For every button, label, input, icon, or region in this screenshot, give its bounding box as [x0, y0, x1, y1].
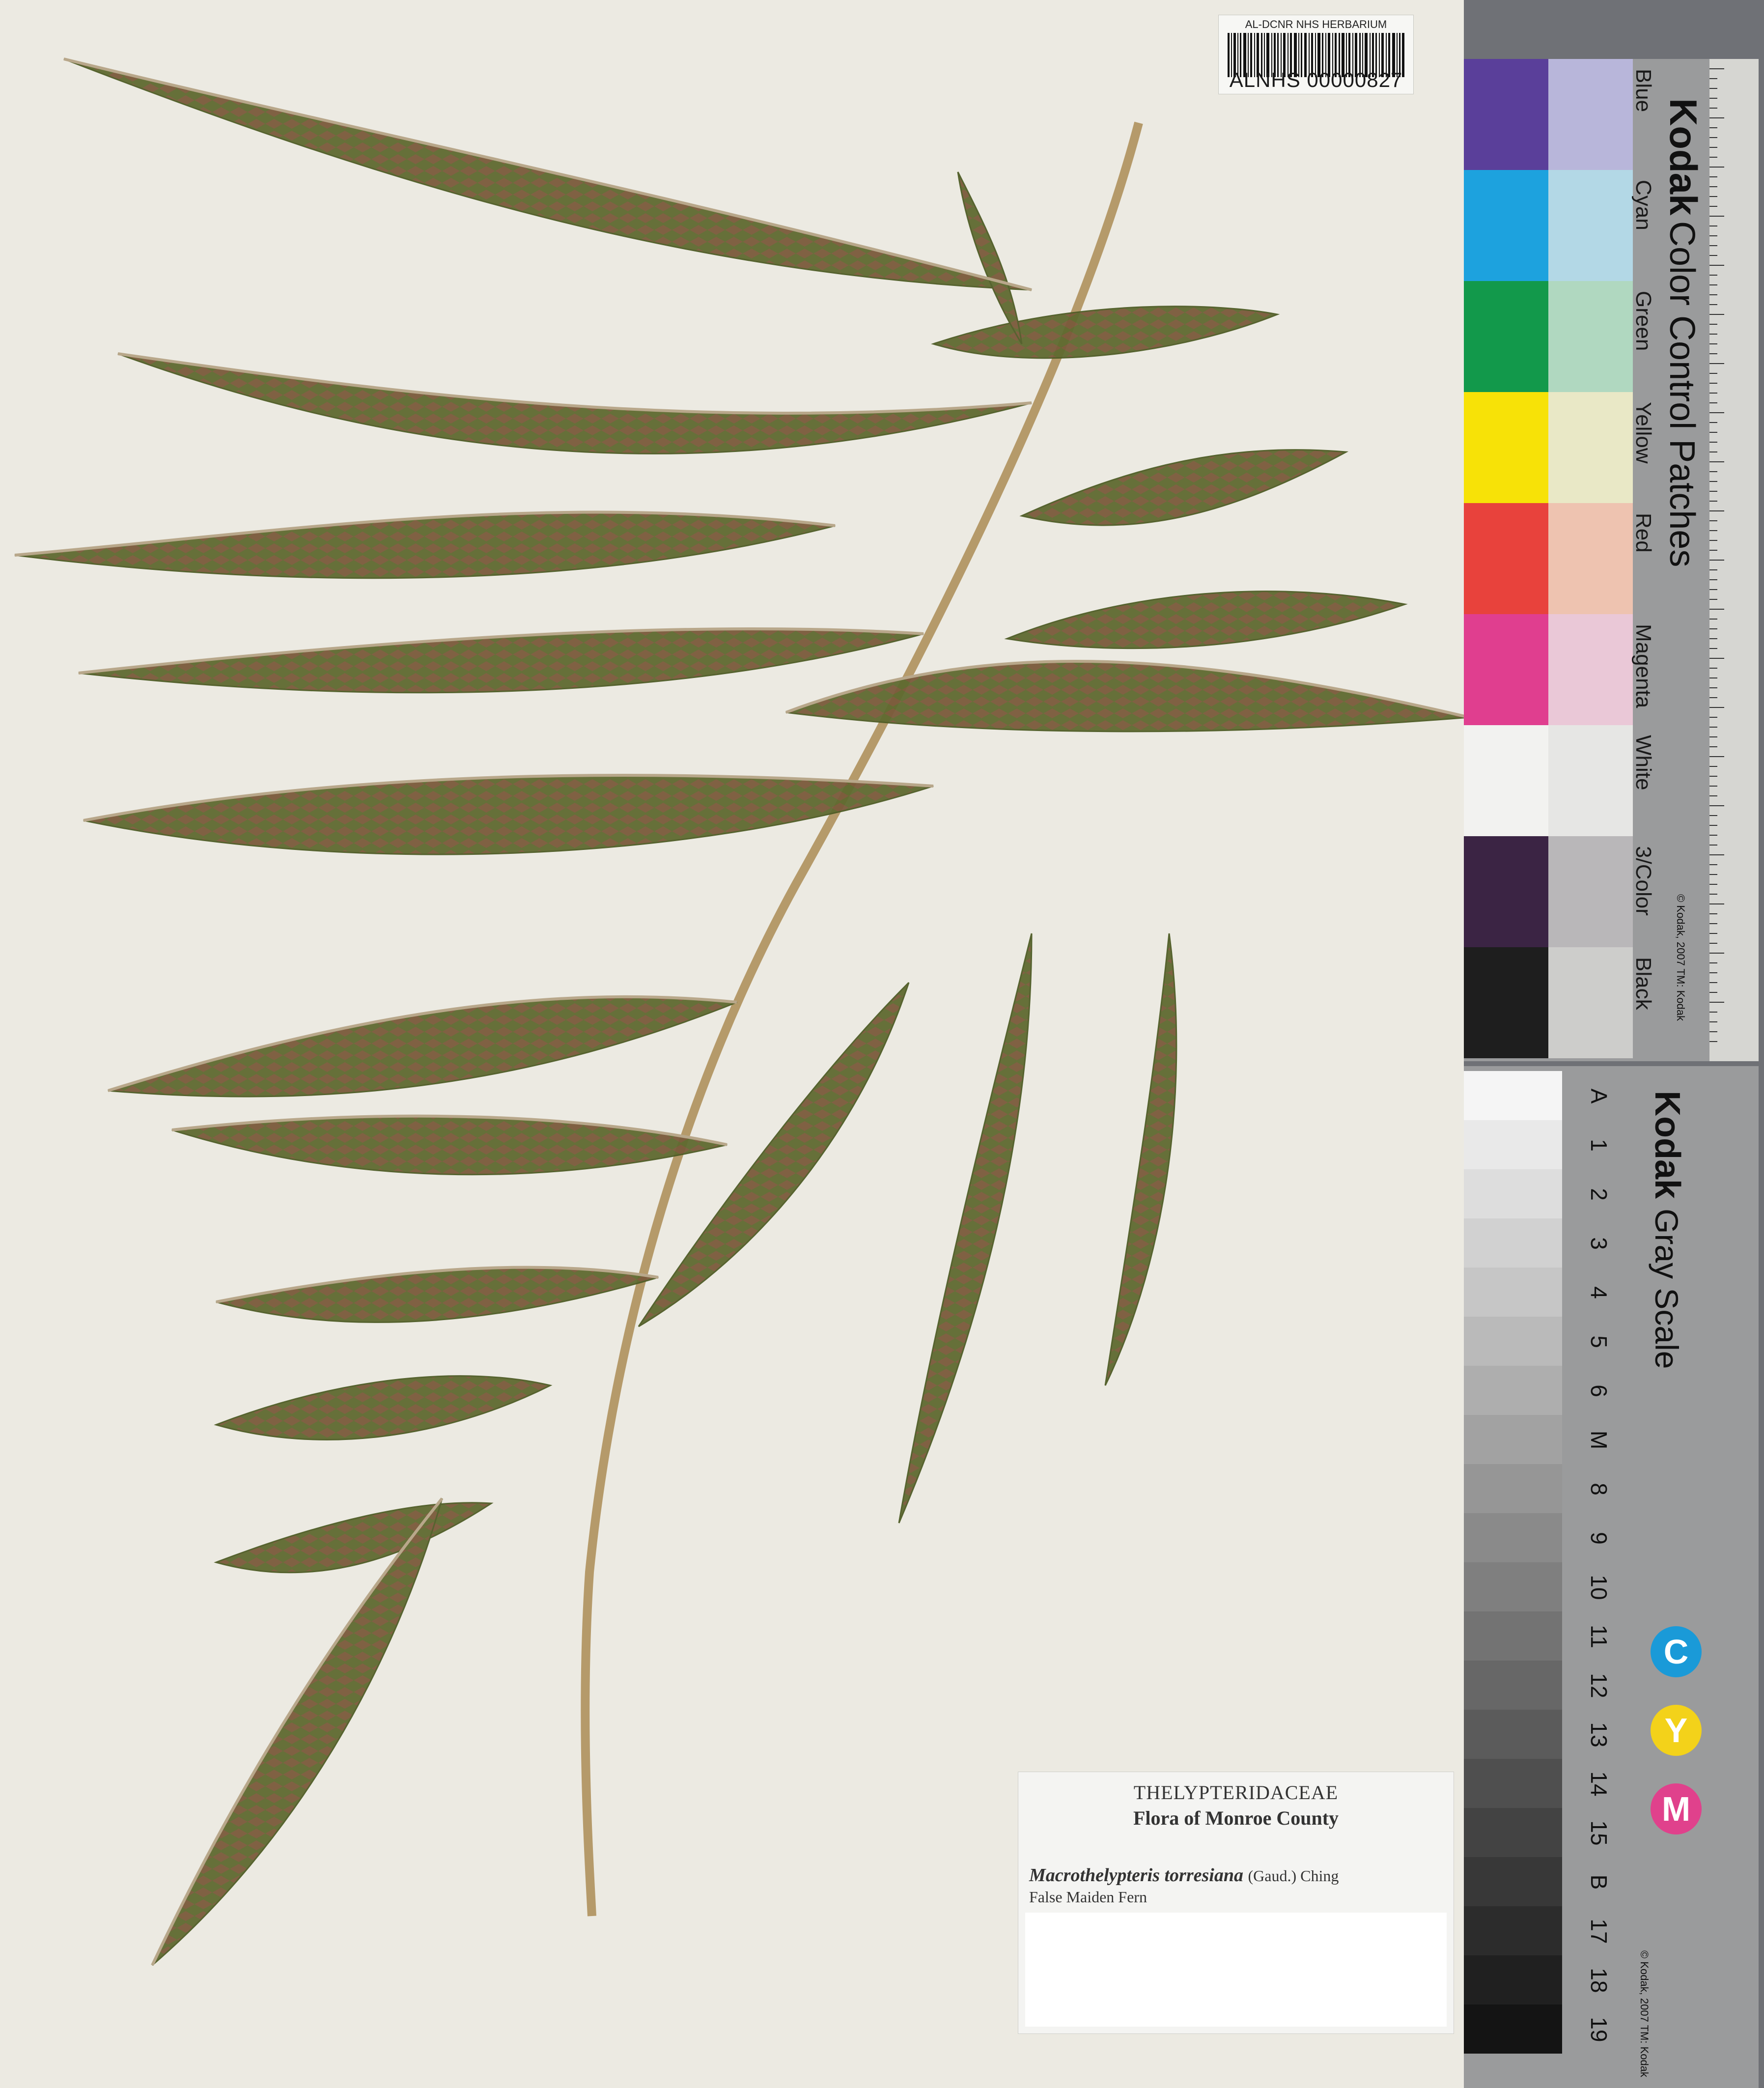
gray-step-label: 9 [1586, 1532, 1612, 1545]
gray-step-label: 10 [1586, 1575, 1612, 1600]
gray-step-label: 14 [1586, 1771, 1612, 1797]
herbarium-sheet: AL-DCNR NHS HERBARIUM ALNHS 00000827 THE… [0, 0, 1464, 2088]
patch-magenta-light [1548, 614, 1633, 725]
gray-step-a [1464, 1071, 1562, 1120]
gray-step-15 [1464, 1808, 1562, 1857]
catalog-number: ALNHS 00000827 [1229, 68, 1403, 91]
patch-3color-dark [1464, 836, 1548, 947]
gray-step-19 [1464, 2004, 1562, 2054]
color-card-copyright: © Kodak, 2007 TM: Kodak [1675, 894, 1687, 1021]
cmy-dot-c: C [1651, 1626, 1702, 1677]
common-name: False Maiden Fern [1029, 1888, 1147, 1906]
gray-step-label: A [1586, 1088, 1612, 1104]
gray-step-label: 2 [1586, 1188, 1612, 1201]
gray-step-11 [1464, 1611, 1562, 1661]
gray-scale-card: A 1 2 3 4 5 6 M 8 9 10 11 12 13 14 15 B 17 18 19 Kodak Gray… [1464, 1066, 1759, 2088]
gray-card-heading: Gray Scale [1649, 1209, 1685, 1369]
patch-label: 3/Color [1631, 846, 1655, 916]
gray-step-label: 6 [1586, 1384, 1612, 1397]
gray-step-14 [1464, 1759, 1562, 1808]
cmy-dot-y: Y [1651, 1705, 1702, 1756]
gray-step-label: 1 [1586, 1139, 1612, 1152]
herbarium-name: AL-DCNR NHS HERBARIUM [1245, 18, 1387, 30]
patch-yellow-light [1548, 392, 1633, 503]
gray-step-label: 4 [1586, 1286, 1612, 1299]
gray-step-1 [1464, 1120, 1562, 1169]
ruler-strip [1709, 59, 1759, 1061]
gray-step-6 [1464, 1366, 1562, 1415]
gray-step-label: M [1586, 1430, 1612, 1450]
patch-white-light [1548, 725, 1633, 836]
gray-step-label: 5 [1586, 1335, 1612, 1348]
patch-white-dark [1464, 725, 1548, 836]
patch-blue-light [1548, 59, 1633, 170]
scientific-name: Macrothelypteris torresiana [1029, 1865, 1243, 1886]
patch-3color-light [1548, 836, 1633, 947]
patch-cyan-light [1548, 170, 1633, 281]
patch-green-dark [1464, 281, 1548, 392]
gray-card-title: Kodak Gray Scale [1648, 1091, 1687, 1369]
gray-step-label: 18 [1586, 1968, 1612, 1993]
gray-step-label: 13 [1586, 1722, 1612, 1748]
gray-step-18 [1464, 1955, 1562, 2004]
gray-step-label: 8 [1586, 1483, 1612, 1495]
gray-step-label: 3 [1586, 1237, 1612, 1250]
authority: (Gaud.) Ching [1248, 1867, 1339, 1885]
gray-step-2 [1464, 1169, 1562, 1218]
patch-green-light [1548, 281, 1633, 392]
gray-step-5 [1464, 1317, 1562, 1366]
gray-step-4 [1464, 1268, 1562, 1317]
gray-step-label: 12 [1586, 1673, 1612, 1698]
patch-yellow-dark [1464, 392, 1548, 503]
gray-step-13 [1464, 1710, 1562, 1759]
color-card-heading: Color Control Patches [1662, 221, 1702, 567]
patch-black-light [1548, 947, 1633, 1058]
patch-red-dark [1464, 503, 1548, 614]
patch-black-dark [1464, 947, 1548, 1058]
gray-step-3 [1464, 1218, 1562, 1268]
blank-label-area [1025, 1913, 1447, 2027]
cmy-dot-m: M [1651, 1783, 1702, 1834]
gray-step-label: 15 [1586, 1820, 1612, 1846]
gray-step-b [1464, 1857, 1562, 1906]
determination-label: THELYPTERIDACEAE Flora of Monroe County … [1018, 1772, 1454, 2034]
ruler-ticks [1709, 68, 1724, 1042]
gray-step-8 [1464, 1464, 1562, 1513]
gray-step-m [1464, 1415, 1562, 1464]
flora-title: Flora of Monroe County [1133, 1807, 1339, 1829]
gray-step-label: 19 [1586, 2017, 1612, 2042]
kodak-logo: Kodak [1662, 98, 1705, 216]
gray-step-12 [1464, 1661, 1562, 1710]
patch-blue-dark [1464, 59, 1548, 170]
gray-step-9 [1464, 1513, 1562, 1562]
barcode-label: AL-DCNR NHS HERBARIUM ALNHS 00000827 [1218, 15, 1414, 94]
gray-card-copyright: © Kodak, 2007 TM: Kodak [1638, 1950, 1651, 2077]
gray-step-label: 11 [1586, 1625, 1612, 1648]
scientific-name-line: Macrothelypteris torresiana (Gaud.) Chin… [1029, 1864, 1339, 1886]
gray-step-label: 17 [1586, 1919, 1612, 1944]
patch-cyan-dark [1464, 170, 1548, 281]
color-control-card: Blue Cyan Green Yellow Red Magenta White 3/Colo… [1464, 59, 1759, 1061]
patch-magenta-dark [1464, 614, 1548, 725]
gray-step-10 [1464, 1562, 1562, 1611]
gray-step-label: B [1586, 1874, 1612, 1890]
gray-step-17 [1464, 1906, 1562, 1955]
kodak-logo: Kodak [1648, 1091, 1687, 1199]
family-name: THELYPTERIDACEAE [1133, 1781, 1339, 1804]
patch-red-light [1548, 503, 1633, 614]
patch-label: Black [1631, 957, 1655, 1010]
